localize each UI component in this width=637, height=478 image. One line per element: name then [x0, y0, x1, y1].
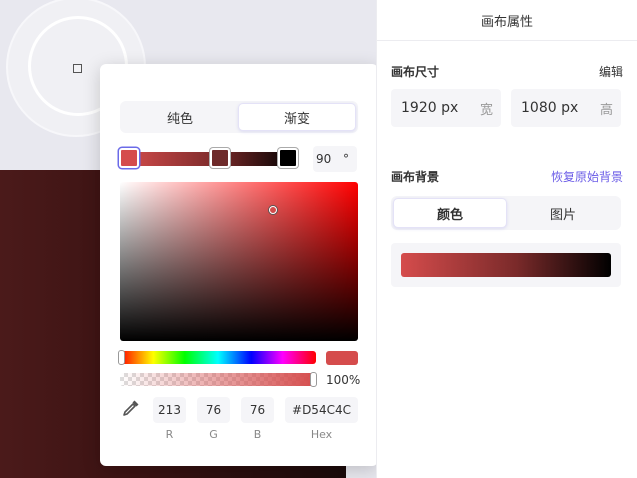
- blue-input[interactable]: 76: [241, 397, 274, 423]
- red-input[interactable]: 213: [153, 397, 186, 423]
- green-label: G: [209, 428, 218, 441]
- angle-unit: °: [343, 152, 349, 166]
- canvas-height-label: 高: [599, 102, 613, 118]
- hue-slider[interactable]: [120, 351, 316, 364]
- eyedropper-icon[interactable]: [121, 398, 141, 418]
- color-mode-tabs: 纯色 渐变: [120, 101, 358, 133]
- blue-label: B: [253, 428, 262, 441]
- background-gradient-preview[interactable]: [401, 253, 611, 277]
- canvas-height-value: 1080 px: [521, 100, 579, 116]
- background-preview-container: [391, 243, 621, 287]
- color-preview-swatch: [326, 351, 358, 365]
- green-input[interactable]: 76: [197, 397, 230, 423]
- canvas-width-value: 1920 px: [401, 100, 459, 116]
- gradient-angle-input[interactable]: 90 °: [313, 146, 357, 172]
- hex-input[interactable]: #D54C4C: [285, 397, 358, 423]
- tab-solid[interactable]: 纯色: [122, 103, 238, 131]
- canvas-width-field[interactable]: 1920 px 宽: [391, 89, 501, 127]
- tab-image[interactable]: 图片: [507, 198, 619, 228]
- color-picker-popup: 纯色 渐变 90 ° 100% 213 76 76 #D54C4C R G B …: [100, 64, 378, 466]
- tab-gradient[interactable]: 渐变: [238, 103, 356, 131]
- canvas-width-label: 宽: [479, 102, 493, 118]
- panel-title: 画布属性: [377, 0, 637, 41]
- reset-background-link[interactable]: 恢复原始背景: [551, 168, 623, 185]
- canvas-height-field[interactable]: 1080 px 高: [511, 89, 621, 127]
- canvas-background-title: 画布背景: [391, 170, 440, 184]
- gradient-bar[interactable]: [122, 152, 296, 166]
- canvas-properties-panel: 画布属性 画布尺寸 编辑 1920 px 宽 1080 px 高 画布背景 恢复…: [376, 0, 637, 478]
- cursor-square-icon: [73, 64, 82, 73]
- gradient-stop-2[interactable]: [210, 148, 230, 168]
- red-label: R: [165, 428, 174, 441]
- angle-value: 90: [316, 152, 332, 166]
- hue-slider-handle[interactable]: [118, 350, 125, 365]
- canvas-size-title: 画布尺寸: [391, 65, 440, 79]
- hex-label: Hex: [310, 428, 333, 441]
- alpha-slider[interactable]: [120, 373, 316, 386]
- background-type-tabs: 颜色 图片: [391, 196, 621, 230]
- alpha-slider-handle[interactable]: [310, 372, 317, 387]
- gradient-stop-1[interactable]: [119, 148, 139, 168]
- tab-color[interactable]: 颜色: [393, 198, 507, 228]
- saturation-handle[interactable]: [269, 206, 277, 214]
- saturation-panel[interactable]: [120, 182, 358, 341]
- alpha-value: 100%: [326, 373, 361, 387]
- edit-size-link[interactable]: 编辑: [599, 63, 623, 80]
- gradient-stop-3[interactable]: [278, 148, 298, 168]
